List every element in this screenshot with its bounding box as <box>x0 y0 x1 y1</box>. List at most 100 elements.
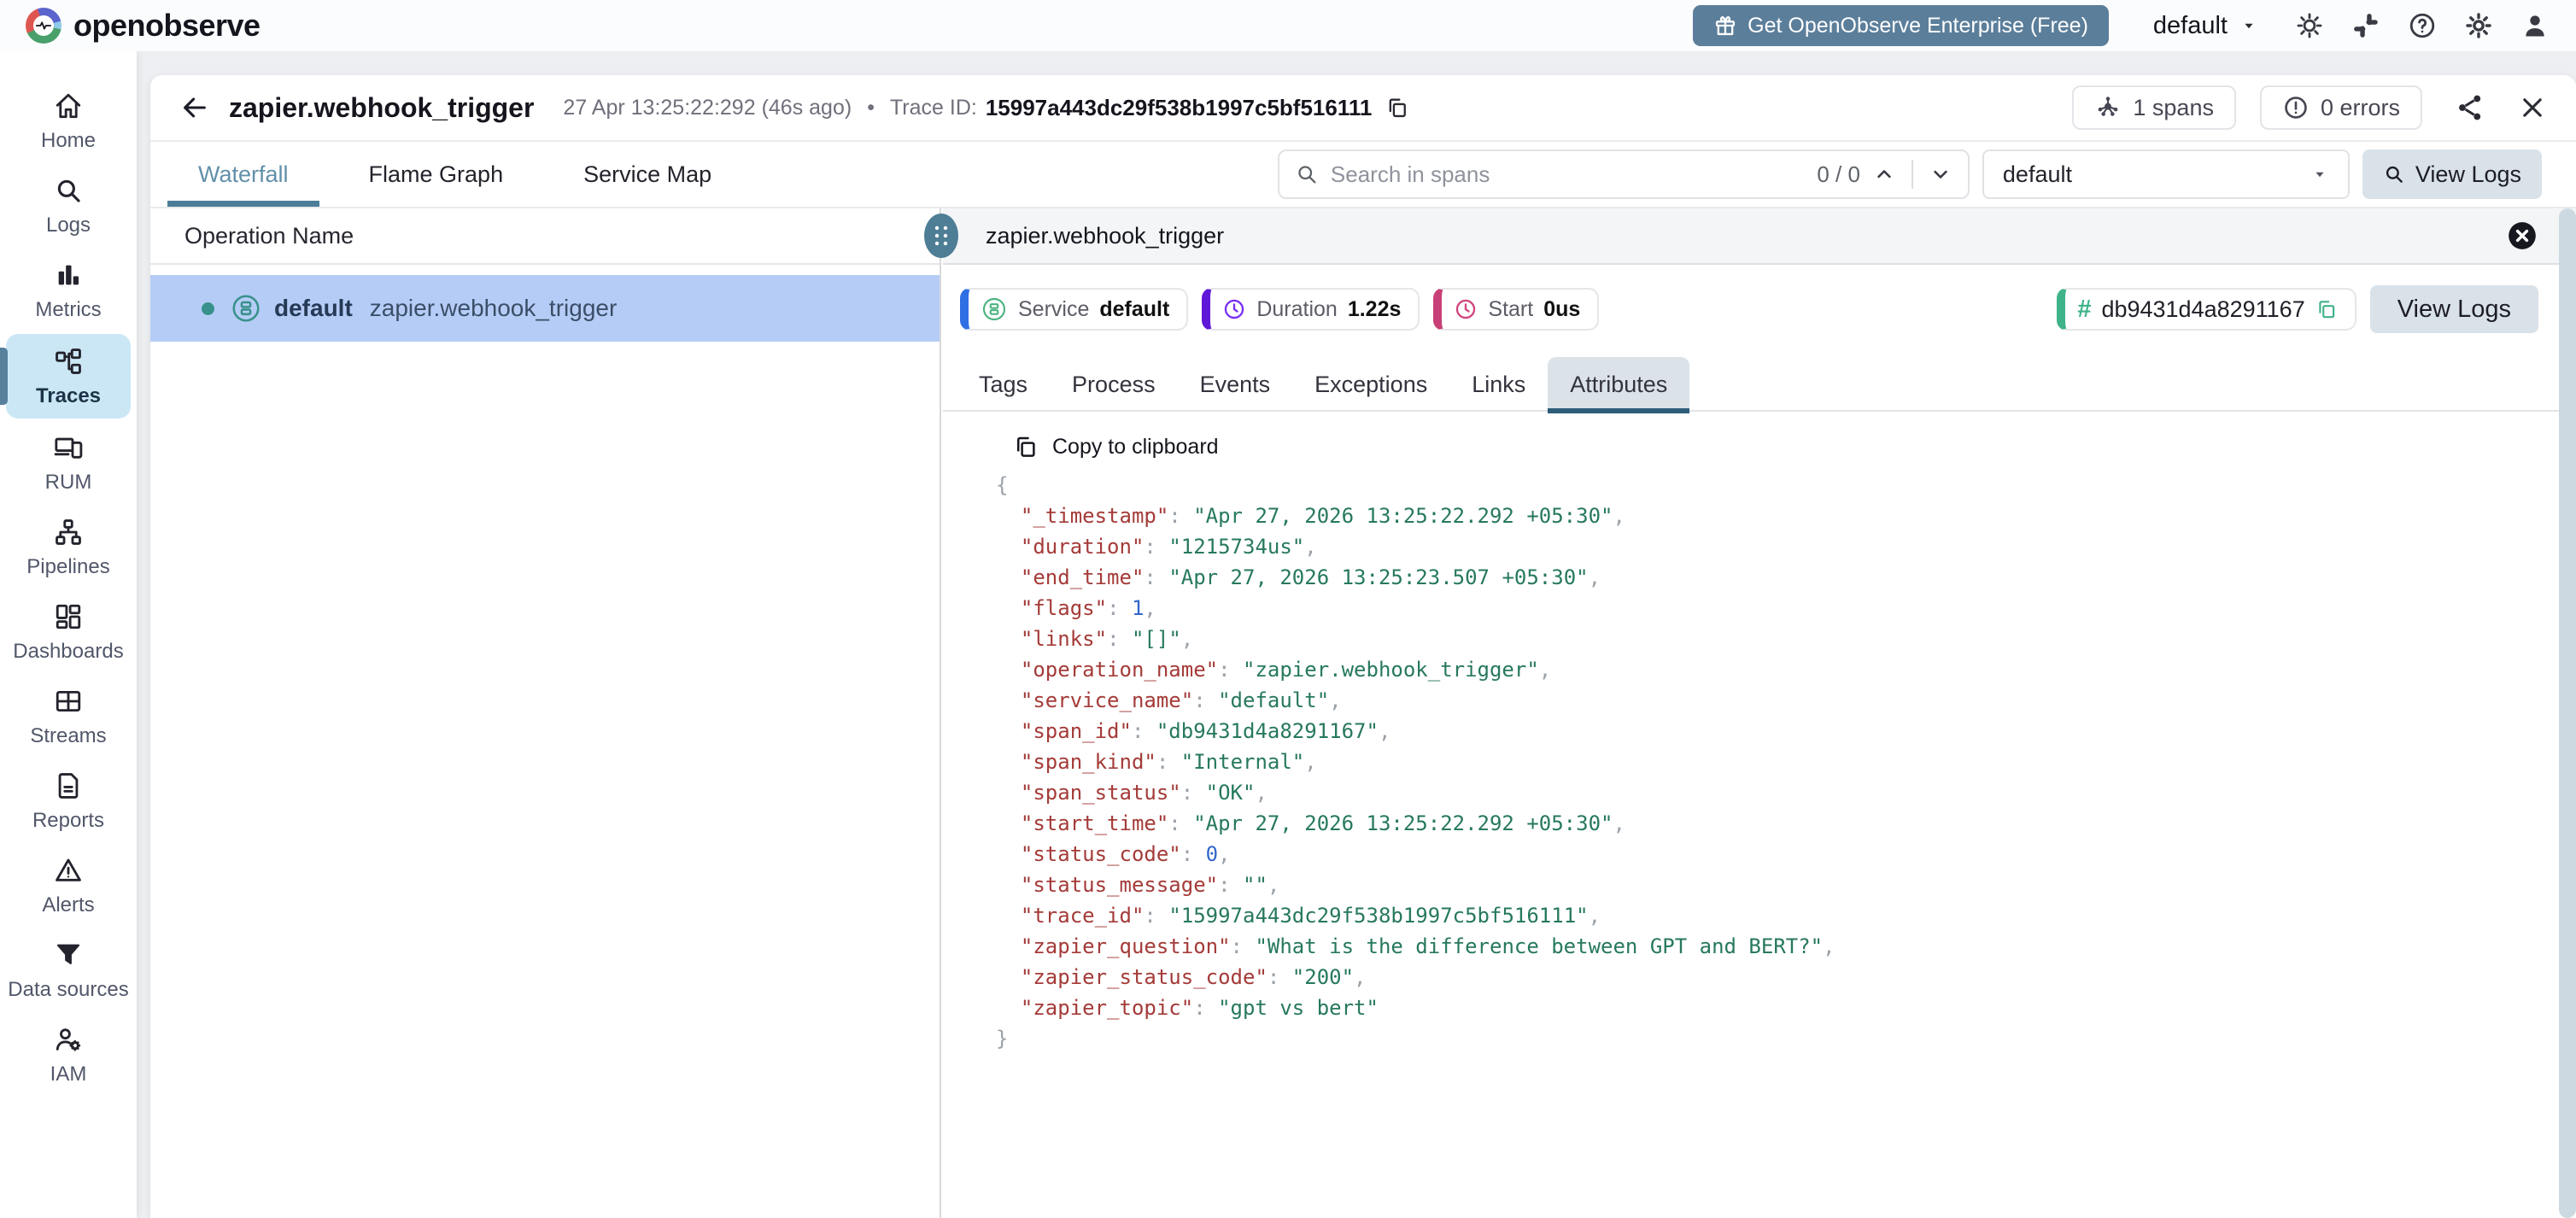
document-icon <box>58 773 79 799</box>
arrow-left-icon <box>184 97 206 118</box>
span-detail-tabs: Tags Process Events Exceptions Links Att… <box>957 357 1690 413</box>
operation-name-header: Operation Name <box>150 208 940 265</box>
sidebar-item-streams[interactable]: Streams <box>0 674 137 758</box>
sidebar-item-dashboards[interactable]: Dashboards <box>0 589 137 674</box>
view-toolbar: Waterfall Flame Graph Service Map 0 / 0 … <box>150 142 2576 208</box>
org-selector[interactable]: default <box>2153 12 2258 40</box>
span-search-box: 0 / 0 <box>1277 149 1970 199</box>
copy-span-id-button[interactable] <box>2315 298 2338 320</box>
tab-waterfall[interactable]: Waterfall <box>167 142 319 207</box>
view-logs-button-toolbar[interactable]: View Logs <box>2362 149 2542 199</box>
profile-icon[interactable] <box>2520 10 2550 41</box>
tab-tags[interactable]: Tags <box>957 357 1050 412</box>
collapse-dot-icon[interactable] <box>202 302 214 315</box>
error-circle-icon <box>2285 97 2307 119</box>
spans-count-chip: 1 spans <box>2072 85 2236 130</box>
view-logs-button-span[interactable]: View Logs <box>2369 285 2538 333</box>
pulse-icon <box>35 21 52 30</box>
sidebar-item-home[interactable]: Home <box>0 79 137 163</box>
search-icon <box>2386 166 2403 183</box>
close-trace-button[interactable] <box>2518 93 2547 122</box>
span-search-input[interactable] <box>1330 161 1806 188</box>
service-circle-icon <box>982 297 1006 321</box>
next-match-button[interactable] <box>1929 162 1952 186</box>
sidebar-item-logs[interactable]: Logs <box>0 163 137 248</box>
span-details-pane: zapier.webhook_trigger Service default D… <box>924 208 2576 1218</box>
span-details-header: zapier.webhook_trigger <box>924 208 2576 265</box>
bar-chart-icon <box>58 265 79 285</box>
clock-icon <box>1456 299 1476 319</box>
hash-icon: # <box>2077 295 2092 323</box>
trace-body: Operation Name default zapier.webhook_tr… <box>150 208 2576 1218</box>
devices-icon <box>54 437 83 459</box>
span-details-title: zapier.webhook_trigger <box>986 222 1225 249</box>
tab-process[interactable]: Process <box>1050 357 1178 412</box>
user-gear-icon <box>56 1028 81 1051</box>
prev-match-button[interactable] <box>1872 162 1896 186</box>
caret-down-icon <box>2315 172 2324 178</box>
chevron-down-icon <box>1934 170 1947 179</box>
start-badge: Start 0us <box>1433 288 1600 331</box>
openobserve-logo-icon <box>26 8 61 44</box>
tab-links[interactable]: Links <box>1449 357 1548 412</box>
tab-flame-graph[interactable]: Flame Graph <box>338 142 535 207</box>
stream-selector[interactable]: default <box>1982 149 2350 199</box>
attributes-json: { "_timestamp": "Apr 27, 2026 13:25:22.2… <box>996 473 1835 1051</box>
tab-attributes[interactable]: Attributes <box>1548 357 1690 413</box>
close-icon <box>2523 98 2542 117</box>
trace-details-card: zapier.webhook_trigger 27 Apr 13:25:22:2… <box>150 75 2576 1218</box>
close-circle-icon <box>2509 222 2536 249</box>
tab-service-map[interactable]: Service Map <box>553 142 742 207</box>
funnel-icon <box>56 944 80 964</box>
vertical-scrollbar[interactable] <box>2559 208 2576 1218</box>
caret-down-icon <box>2245 23 2253 29</box>
clock-icon <box>1225 299 1244 319</box>
copy-trace-id-button[interactable] <box>1385 96 1409 120</box>
home-icon <box>56 93 81 119</box>
span-id-badge: # db9431d4a8291167 <box>2057 288 2356 331</box>
drag-handle[interactable] <box>922 212 960 260</box>
separator-dot: • <box>867 95 875 120</box>
sidebar-item-traces[interactable]: Traces <box>0 334 131 419</box>
close-details-button[interactable] <box>2506 220 2538 252</box>
stream-selector-value: default <box>2002 161 2072 187</box>
pipeline-icon <box>56 519 81 545</box>
service-badge: Service default <box>960 288 1189 331</box>
trace-title: zapier.webhook_trigger <box>229 91 535 123</box>
sidebar-item-pipelines[interactable]: Pipelines <box>0 505 137 589</box>
tab-exceptions[interactable]: Exceptions <box>1292 357 1449 412</box>
enterprise-button[interactable]: Get OpenObserve Enterprise (Free) <box>1693 5 2109 46</box>
help-icon[interactable] <box>2407 10 2438 41</box>
spans-count-label: 1 spans <box>2133 94 2214 120</box>
share-button[interactable] <box>2455 92 2485 123</box>
sidebar-item-metrics[interactable]: Metrics <box>0 248 137 332</box>
span-operation-name: zapier.webhook_trigger <box>369 295 618 321</box>
trace-header: zapier.webhook_trigger 27 Apr 13:25:22:2… <box>150 75 2576 142</box>
settings-gear-icon[interactable] <box>2463 10 2494 41</box>
waterfall-pane: Operation Name default zapier.webhook_tr… <box>150 208 941 1218</box>
span-row-selected[interactable]: default zapier.webhook_trigger <box>150 275 940 342</box>
back-button[interactable] <box>179 92 210 123</box>
errors-count-chip: 0 errors <box>2259 85 2422 130</box>
sidebar-item-data-sources[interactable]: Data sources <box>0 928 137 1012</box>
org-selector-value: default <box>2152 11 2228 39</box>
sidebar-item-alerts[interactable]: Alerts <box>0 843 137 928</box>
slack-icon[interactable] <box>2351 10 2381 41</box>
light-mode-icon[interactable] <box>2294 10 2325 41</box>
trace-timestamp: 27 Apr 13:25:22:292 (46s ago) <box>563 95 852 120</box>
copy-to-clipboard-button[interactable]: Copy to clipboard <box>1013 434 1219 460</box>
brand-wordmark: openobserve <box>73 8 261 43</box>
copy-icon <box>1390 98 1407 118</box>
gift-icon <box>1716 16 1736 36</box>
sidebar-item-rum[interactable]: RUM <box>0 420 137 505</box>
copy-icon <box>1017 436 1035 457</box>
sidebar-item-iam[interactable]: IAM <box>0 1012 137 1097</box>
sidebar-item-reports[interactable]: Reports <box>0 758 137 843</box>
span-id-value: db9431d4a8291167 <box>2101 296 2305 322</box>
search-icon <box>1298 166 1316 184</box>
trace-tree-icon <box>56 348 81 374</box>
trace-id-value: 15997a443dc29f538b1997c5bf516111 <box>985 94 1373 120</box>
tab-events[interactable]: Events <box>1178 357 1293 412</box>
spans-hub-icon <box>2099 97 2118 116</box>
table-icon <box>56 690 81 712</box>
